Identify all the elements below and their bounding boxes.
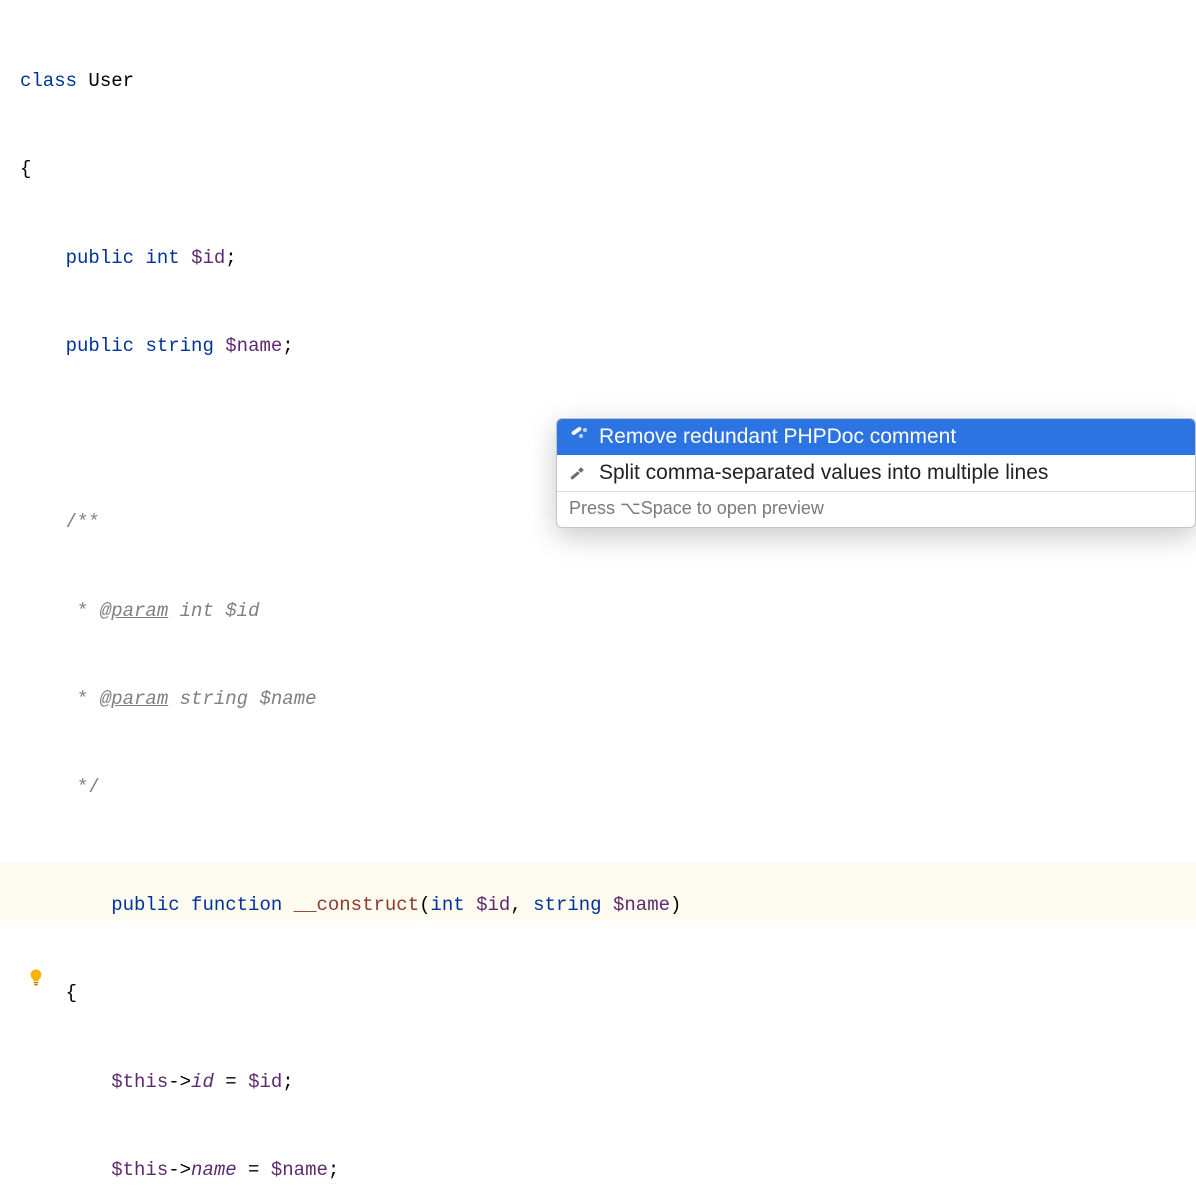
code-line: $this->name = $name;: [0, 1156, 1196, 1185]
type-int: int: [145, 247, 179, 269]
semicolon: ;: [328, 1159, 339, 1181]
lparen: (: [419, 894, 430, 916]
intention-icon: [567, 426, 589, 448]
prop-id: id: [191, 1071, 214, 1093]
intention-item-remove-phpdoc[interactable]: Remove redundant PHPDoc comment: [557, 419, 1195, 455]
keyword-function: function: [191, 894, 282, 916]
code-line-highlighted: public function __construct(int $id, str…: [0, 862, 1196, 921]
arrow: ->: [168, 1159, 191, 1181]
function-name: __construct: [294, 894, 419, 916]
intention-bulb-icon[interactable]: [26, 880, 48, 902]
intention-label: Split comma-separated values into multip…: [599, 461, 1048, 485]
var-name: $name: [613, 894, 670, 916]
var-this: $this: [111, 1071, 168, 1093]
doc-star: *: [66, 600, 89, 622]
eq: =: [214, 1071, 248, 1093]
keyword-public: public: [66, 335, 134, 357]
intention-popup: Remove redundant PHPDoc comment Split co…: [556, 418, 1196, 528]
keyword-public: public: [111, 894, 179, 916]
var-id: $id: [248, 1071, 282, 1093]
doc-var: $name: [259, 688, 316, 710]
var-name: $name: [271, 1159, 328, 1181]
doc-var: $id: [225, 600, 259, 622]
arrow: ->: [168, 1071, 191, 1093]
type-string: string: [533, 894, 601, 916]
doc-tag-param: @param: [100, 688, 168, 710]
keyword-public: public: [66, 247, 134, 269]
code-line: $this->id = $id;: [0, 1068, 1196, 1097]
code-line: {: [0, 979, 1196, 1008]
doc-star: *: [66, 688, 89, 710]
prop-name: name: [191, 1159, 237, 1181]
code-line: */: [0, 773, 1196, 802]
class-name: User: [88, 70, 134, 92]
type-string: string: [145, 335, 213, 357]
rparen: ): [670, 894, 681, 916]
code-line: {: [0, 155, 1196, 184]
var-id: $id: [476, 894, 510, 916]
var-this: $this: [111, 1159, 168, 1181]
intention-label: Remove redundant PHPDoc comment: [599, 425, 956, 449]
intention-footer-hint: Press ⌥Space to open preview: [557, 491, 1195, 527]
semicolon: ;: [282, 335, 293, 357]
doc-close: */: [66, 776, 100, 798]
code-editor[interactable]: class User { public int $id; public stri…: [0, 0, 1196, 1196]
intention-item-split-values[interactable]: Split comma-separated values into multip…: [557, 455, 1195, 491]
code-line: public string $name;: [0, 332, 1196, 361]
doc-type: string: [180, 688, 248, 710]
code-line: public int $id;: [0, 244, 1196, 273]
doc-tag-param: @param: [100, 600, 168, 622]
var-id: $id: [191, 247, 225, 269]
eq: =: [237, 1159, 271, 1181]
semicolon: ;: [282, 1071, 293, 1093]
brace-open: {: [20, 158, 31, 180]
code-line: * @param int $id: [0, 597, 1196, 626]
doc-type: int: [180, 600, 214, 622]
keyword-class: class: [20, 70, 77, 92]
var-name: $name: [225, 335, 282, 357]
brace-open: {: [66, 982, 77, 1004]
doc-open: /**: [66, 511, 100, 533]
semicolon: ;: [225, 247, 236, 269]
comma: ,: [510, 894, 521, 916]
type-int: int: [431, 894, 465, 916]
code-line: * @param string $name: [0, 685, 1196, 714]
code-line: class User: [0, 67, 1196, 96]
intention-icon: [567, 462, 589, 484]
